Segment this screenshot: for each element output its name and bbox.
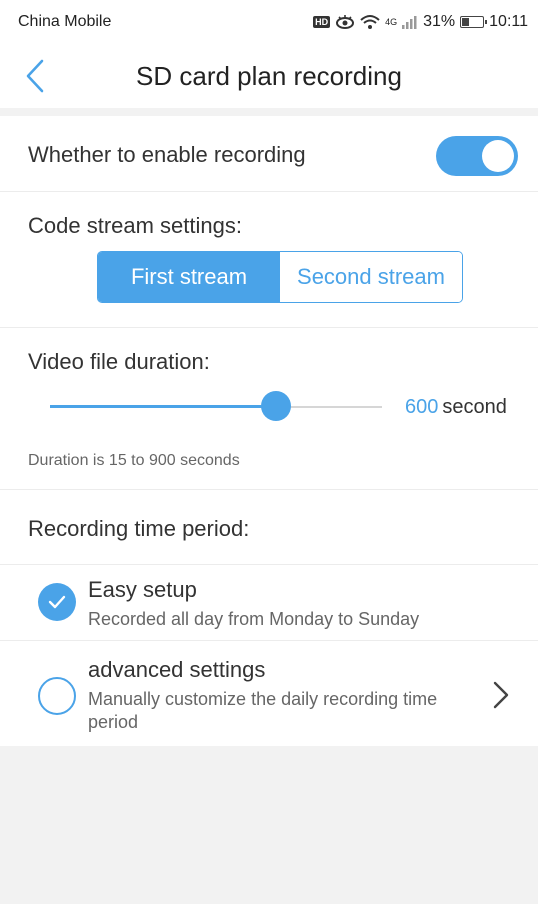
hd-icon: HD: [313, 16, 331, 28]
eye-icon: [336, 15, 355, 29]
code-stream-label: Code stream settings:: [28, 213, 242, 238]
back-chevron-icon[interactable]: [22, 56, 52, 96]
slider-fill: [50, 405, 276, 408]
duration-number: 600: [405, 396, 439, 418]
enable-recording-label: Whether to enable recording: [28, 142, 306, 167]
clock: 10:11: [489, 13, 528, 30]
carrier-label: China Mobile: [18, 13, 112, 30]
first-stream-tab[interactable]: First stream: [98, 252, 280, 302]
easy-setup-title[interactable]: Easy setup: [88, 577, 197, 603]
battery-percent: 31%: [423, 13, 456, 30]
status-icons: HD 4G 31% 10:11: [313, 13, 528, 31]
slider-thumb[interactable]: [260, 391, 291, 421]
divider: [0, 327, 538, 328]
easy-setup-radio[interactable]: [38, 583, 76, 621]
recording-period-label: Recording time period:: [28, 516, 250, 541]
signal-icon: [402, 16, 417, 29]
second-stream-tab[interactable]: Second stream: [280, 252, 462, 302]
divider: [0, 191, 538, 192]
video-duration-label: Video file duration:: [28, 349, 210, 374]
page-title: SD card plan recording: [136, 60, 402, 91]
advanced-settings-description: Manually customize the daily recording t…: [88, 689, 438, 732]
battery-icon: [460, 16, 488, 28]
enable-recording-toggle[interactable]: [436, 136, 518, 176]
duration-value: 600 second: [405, 396, 507, 419]
status-bar: China Mobile HD 4G 31% 10:11: [0, 0, 538, 44]
nav-bar: SD card plan recording: [0, 44, 538, 108]
code-stream-segmented-control: First stream Second stream: [97, 251, 463, 303]
advanced-settings-title[interactable]: advanced settings: [88, 657, 265, 683]
wifi-icon: [360, 15, 380, 29]
advanced-settings-radio[interactable]: [38, 677, 76, 715]
toggle-knob: [482, 140, 514, 172]
duration-slider[interactable]: [50, 391, 382, 421]
network-label: 4G: [385, 17, 398, 27]
divider: [0, 564, 538, 565]
easy-setup-description: Recorded all day from Monday to Sunday: [88, 609, 420, 629]
duration-hint: Duration is 15 to 900 seconds: [28, 452, 240, 469]
divider: [0, 640, 538, 641]
header-divider: [0, 108, 538, 116]
check-icon: [48, 595, 66, 609]
settings-card: Whether to enable recording Code stream …: [0, 116, 538, 746]
chevron-right-icon[interactable]: [490, 680, 512, 710]
divider: [0, 489, 538, 490]
duration-unit: second: [442, 396, 507, 418]
